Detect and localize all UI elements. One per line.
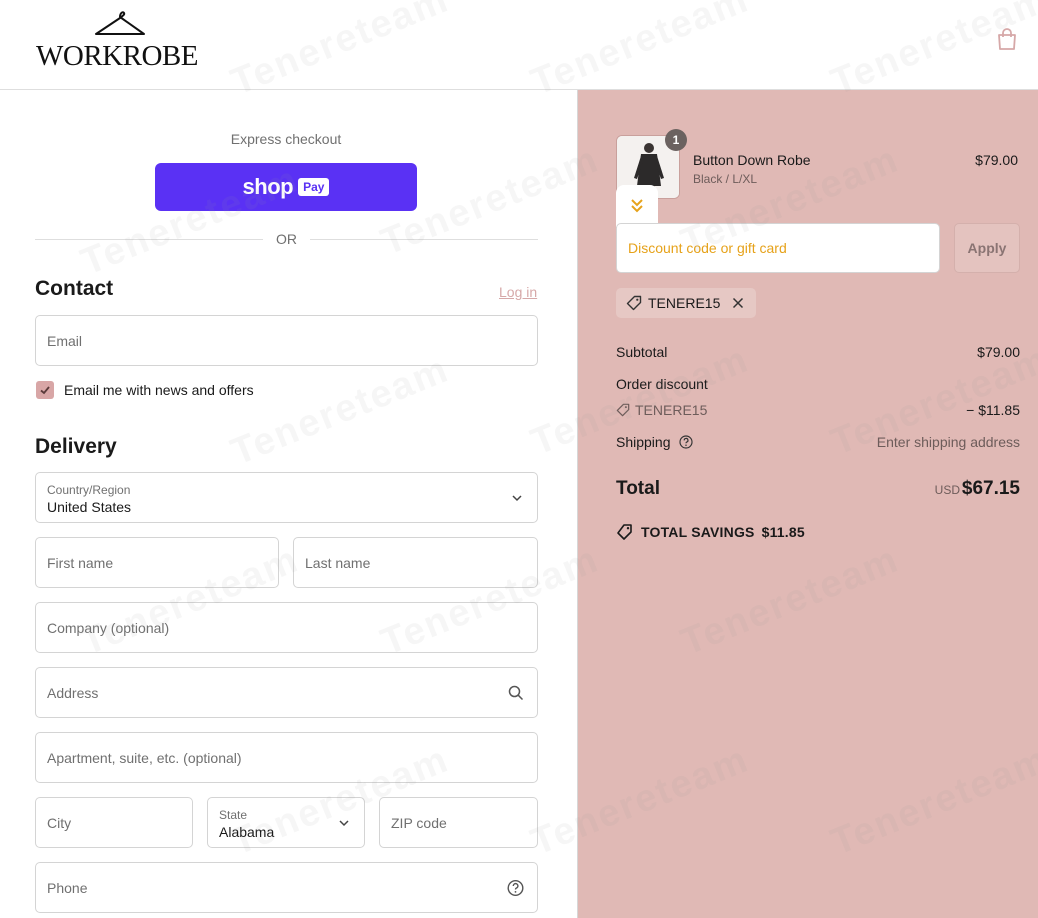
company-field[interactable]: Company (optional) bbox=[35, 602, 538, 653]
shop-pay-badge: Pay bbox=[298, 178, 330, 196]
company-placeholder: Company (optional) bbox=[47, 619, 170, 636]
divider-line-right bbox=[310, 239, 538, 240]
login-link[interactable]: Log in bbox=[499, 284, 537, 300]
total-currency: USD bbox=[934, 483, 960, 497]
total-label: Total bbox=[616, 478, 660, 499]
shipping-row: Shipping Enter shipping address bbox=[616, 434, 1020, 450]
country-value: United States bbox=[47, 499, 132, 515]
shop-pay-button[interactable]: shop Pay bbox=[155, 163, 417, 211]
help-icon[interactable] bbox=[679, 435, 693, 449]
double-chevron-down-icon bbox=[631, 199, 643, 213]
applied-discount-chip: TENERE15 bbox=[616, 288, 757, 318]
order-discount-label: Order discount bbox=[616, 376, 708, 392]
applied-code-text: TENERE15 bbox=[648, 295, 721, 311]
phone-placeholder: Phone bbox=[47, 879, 88, 896]
country-select[interactable]: Country/Region United States bbox=[35, 472, 538, 523]
address-placeholder: Address bbox=[47, 684, 99, 701]
state-select[interactable]: State Alabama bbox=[207, 797, 365, 848]
help-icon[interactable] bbox=[507, 879, 524, 896]
quantity-badge: 1 bbox=[665, 129, 687, 151]
subtotal-label: Subtotal bbox=[616, 344, 668, 360]
newsletter-option[interactable]: Email me with news and offers bbox=[36, 381, 254, 399]
total-value: $67.15 bbox=[961, 478, 1020, 499]
express-checkout-label: Express checkout bbox=[230, 131, 342, 147]
last-name-field[interactable]: Last name bbox=[293, 537, 538, 588]
zip-placeholder: ZIP code bbox=[391, 814, 447, 831]
savings-value: $11.85 bbox=[761, 524, 805, 540]
checkout-form: Express checkout shop Pay OR Contact Log… bbox=[0, 90, 577, 918]
subtotal-row: Subtotal $79.00 bbox=[616, 344, 1020, 360]
total-savings: TOTAL SAVINGS $11.85 bbox=[616, 523, 805, 541]
product-price: $79.00 bbox=[975, 152, 1018, 168]
newsletter-label: Email me with news and offers bbox=[64, 382, 254, 398]
tag-icon bbox=[626, 295, 642, 311]
extension-popup-button[interactable] bbox=[616, 185, 658, 227]
discount-placeholder: Discount code or gift card bbox=[628, 240, 787, 256]
phone-field[interactable]: Phone bbox=[35, 862, 538, 913]
product-name: Button Down Robe bbox=[693, 152, 811, 168]
apartment-placeholder: Apartment, suite, etc. (optional) bbox=[47, 749, 242, 766]
newsletter-checkbox[interactable] bbox=[36, 381, 54, 399]
delivery-title: Delivery bbox=[35, 435, 117, 458]
product-variant: Black / L/XL bbox=[693, 172, 758, 186]
discount-code-field[interactable]: Discount code or gift card bbox=[616, 223, 940, 273]
chevron-down-icon bbox=[512, 494, 522, 501]
order-discount-value: − $11.85 bbox=[966, 402, 1020, 418]
site-header: WORKROBE bbox=[0, 0, 1038, 90]
city-placeholder: City bbox=[47, 814, 72, 831]
order-discount-code: TENERE15 bbox=[635, 402, 708, 418]
close-icon[interactable] bbox=[730, 295, 746, 311]
subtotal-value: $79.00 bbox=[977, 344, 1020, 360]
address-field[interactable]: Address bbox=[35, 667, 538, 718]
chevron-down-icon bbox=[339, 819, 349, 826]
order-discount-detail-row: TENERE15 − $11.85 bbox=[616, 402, 1020, 418]
email-field[interactable]: Email bbox=[35, 315, 538, 366]
apartment-field[interactable]: Apartment, suite, etc. (optional) bbox=[35, 732, 538, 783]
email-placeholder: Email bbox=[47, 332, 83, 349]
country-label: Country/Region bbox=[47, 483, 131, 497]
first-name-field[interactable]: First name bbox=[35, 537, 279, 588]
store-logo[interactable]: WORKROBE bbox=[36, 8, 198, 72]
order-discount-row: Order discount bbox=[616, 376, 1020, 392]
shop-pay-wordmark: shop bbox=[242, 174, 294, 199]
shipping-value: Enter shipping address bbox=[876, 434, 1020, 450]
first-name-placeholder: First name bbox=[47, 554, 114, 571]
savings-label: TOTAL SAVINGS bbox=[641, 524, 755, 540]
tag-icon bbox=[616, 403, 630, 417]
city-field[interactable]: City bbox=[35, 797, 193, 848]
state-label: State bbox=[219, 808, 248, 822]
zip-field[interactable]: ZIP code bbox=[379, 797, 538, 848]
contact-title: Contact bbox=[35, 277, 114, 300]
tags-icon bbox=[617, 524, 632, 540]
shipping-label: Shipping bbox=[616, 434, 671, 450]
checkmark-icon bbox=[40, 386, 50, 395]
order-summary: 1 Button Down Robe Black / L/XL $79.00 D… bbox=[577, 90, 1038, 918]
shopping-bag-icon[interactable] bbox=[996, 27, 1018, 51]
or-divider: OR bbox=[35, 230, 538, 248]
apply-button[interactable]: Apply bbox=[954, 223, 1020, 273]
search-icon[interactable] bbox=[508, 685, 524, 701]
state-value: Alabama bbox=[219, 824, 275, 840]
last-name-placeholder: Last name bbox=[305, 554, 371, 571]
total-row: Total USD $67.15 bbox=[616, 478, 1020, 500]
logo-wordmark: WORKROBE bbox=[36, 40, 198, 72]
hanger-icon bbox=[95, 11, 145, 35]
